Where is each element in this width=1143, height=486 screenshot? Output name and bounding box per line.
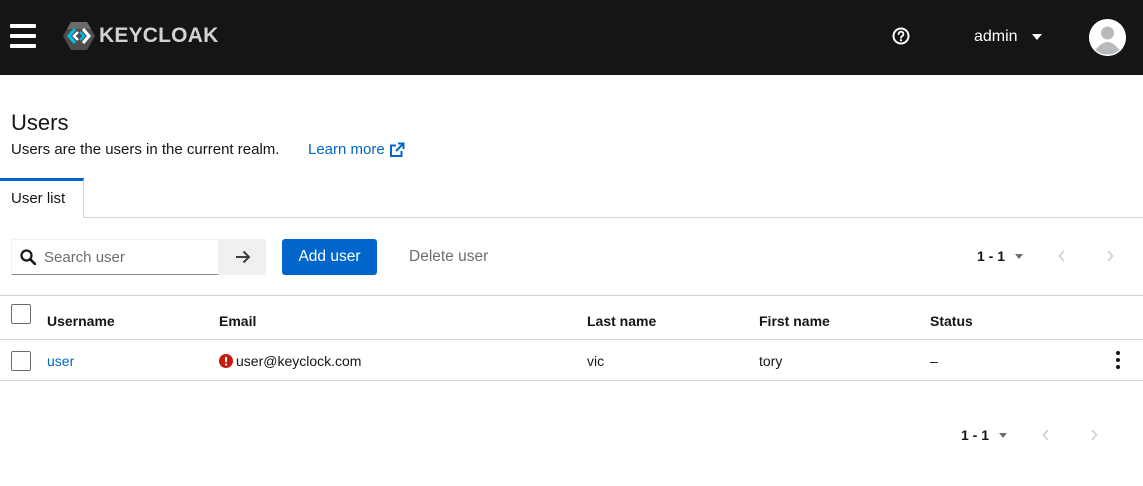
pagination-range: 1 - 1 [961, 427, 990, 443]
column-header-first-name[interactable]: First name [759, 313, 830, 329]
chevron-left-icon[interactable] [1038, 427, 1054, 443]
search-submit-button[interactable] [219, 239, 266, 275]
exclamation-circle-icon [219, 354, 233, 368]
table-top-border [0, 295, 1143, 296]
learn-more-label: Learn more [308, 141, 385, 158]
pagination-range-toggle[interactable]: 1 - 1 [961, 427, 1008, 443]
keycloak-logo-icon [63, 22, 95, 50]
brand-logo[interactable]: KEYCLOAK [62, 18, 218, 54]
column-header-username[interactable]: Username [47, 313, 115, 329]
add-user-button[interactable]: Add user [282, 239, 377, 275]
first-name-cell: tory [759, 353, 783, 369]
chevron-left-icon[interactable] [1054, 248, 1070, 264]
pagination-bottom: 1 - 1 [961, 425, 1111, 445]
column-header-last-name[interactable]: Last name [587, 313, 656, 329]
table-row-divider [0, 339, 1143, 340]
user-dropdown[interactable]: admin [974, 26, 1042, 48]
avatar[interactable] [1089, 19, 1126, 56]
email-cell: user@keyclock.com [219, 353, 361, 369]
arrow-right-icon [235, 250, 250, 264]
table-bottom-border [0, 380, 1143, 381]
pagination-range: 1 - 1 [977, 248, 1006, 264]
caret-down-icon [1015, 253, 1024, 259]
user-name: admin [974, 28, 1018, 45]
page-title: Users [11, 110, 69, 135]
last-name-cell: vic [587, 353, 605, 369]
search-input[interactable] [44, 248, 204, 266]
pagination-range-toggle[interactable]: 1 - 1 [977, 248, 1024, 264]
masthead: KEYCLOAK admin [0, 0, 1143, 75]
delete-user-button[interactable]: Delete user [409, 248, 488, 266]
status-cell: – [930, 353, 938, 369]
hamburger-icon[interactable] [10, 24, 36, 48]
caret-down-icon [1031, 34, 1042, 40]
page-description: Users are the users in the current realm… [11, 141, 280, 158]
brand-text: KEYCLOAK [99, 24, 219, 47]
email-text: user@keyclock.com [236, 353, 362, 369]
external-link-icon [389, 142, 405, 157]
tab-bar: User list [0, 178, 1143, 218]
column-header-status[interactable]: Status [930, 313, 973, 329]
help-circle-icon[interactable] [891, 26, 911, 46]
search-icon [20, 249, 36, 265]
username-link[interactable]: user [47, 353, 74, 369]
select-all-checkbox[interactable] [11, 304, 31, 324]
kebab-icon[interactable] [1113, 351, 1123, 369]
learn-more-link[interactable]: Learn more [308, 141, 405, 158]
row-checkbox[interactable] [11, 351, 31, 371]
search-box[interactable] [11, 239, 219, 275]
pagination-top: 1 - 1 [977, 246, 1127, 266]
chevron-right-icon[interactable] [1102, 248, 1118, 264]
chevron-right-icon[interactable] [1086, 427, 1102, 443]
column-header-email[interactable]: Email [219, 313, 256, 329]
caret-down-icon [999, 432, 1008, 438]
tab-user-list[interactable]: User list [0, 178, 84, 218]
